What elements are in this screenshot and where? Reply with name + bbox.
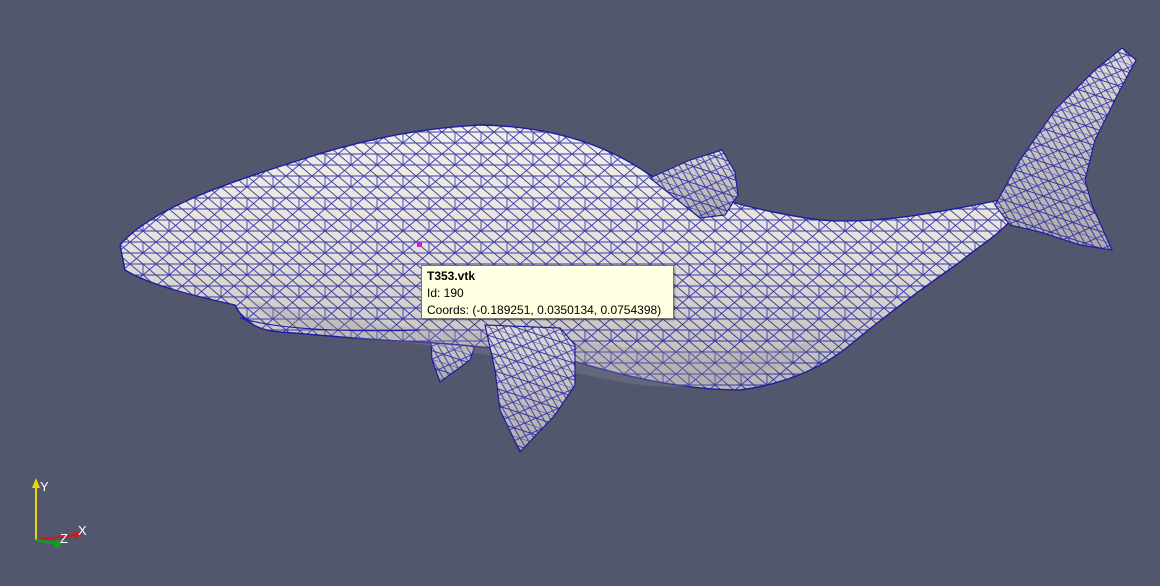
y-axis-label: Y	[40, 479, 49, 494]
tooltip-point-id: Id: 190	[427, 286, 464, 300]
x-axis-line	[35, 534, 77, 541]
z-axis-label: Z	[60, 531, 68, 546]
render-view[interactable]: T353.vtk Id: 190 Coords: (-0.189251, 0.0…	[0, 0, 1160, 586]
tooltip-title: T353.vtk	[427, 269, 476, 283]
pectoral-fin	[484, 324, 576, 454]
y-axis-arrow	[32, 478, 40, 488]
point-info-tooltip: T353.vtk Id: 190 Coords: (-0.189251, 0.0…	[421, 265, 674, 319]
tail-fin	[994, 47, 1137, 251]
x-axis-label: X	[78, 523, 87, 538]
picked-point-marker	[417, 242, 422, 247]
orientation-axes-widget: Y X Z	[20, 474, 100, 554]
tooltip-coords: Coords: (-0.189251, 0.0350134, 0.0754398…	[427, 303, 662, 317]
